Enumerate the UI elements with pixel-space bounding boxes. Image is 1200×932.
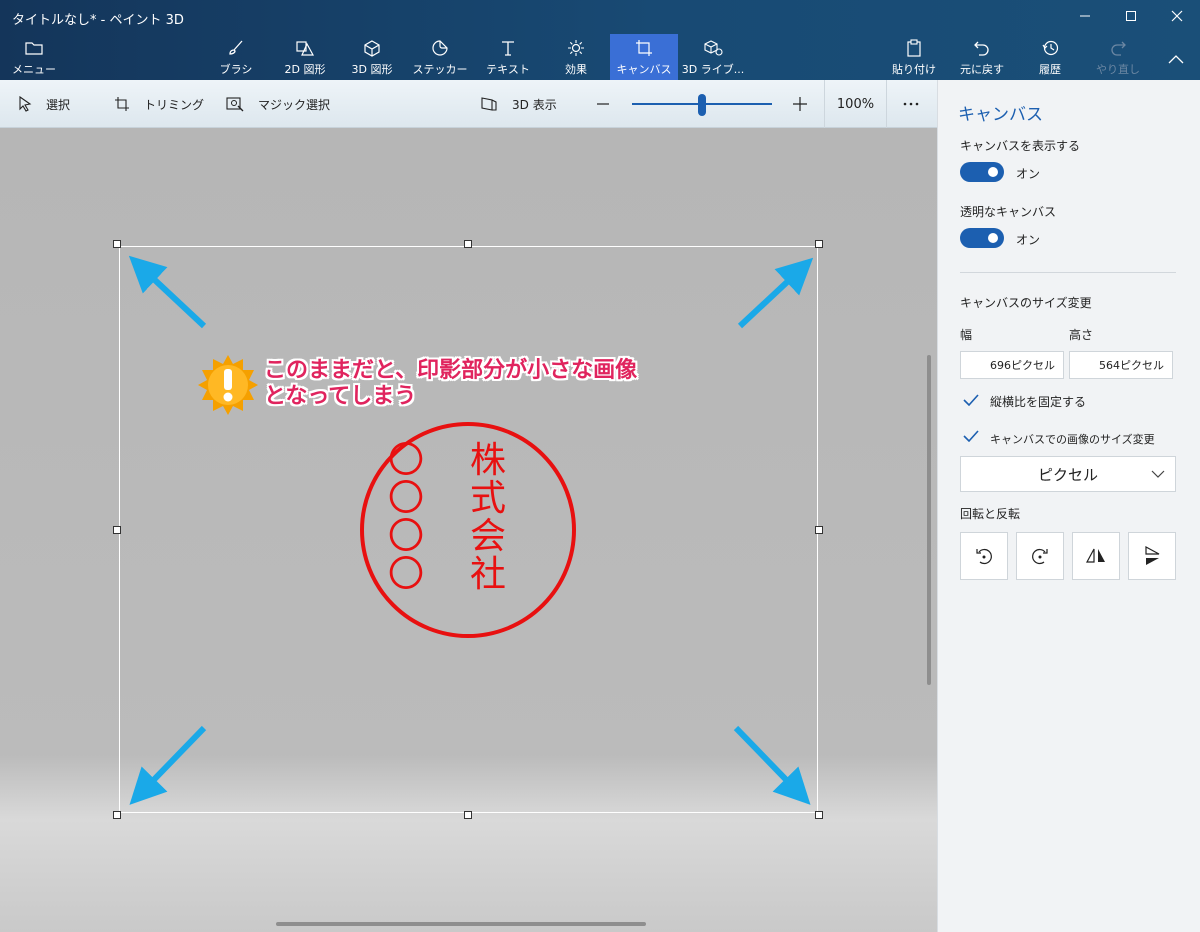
history-button[interactable]: 履歴 [1030, 34, 1070, 80]
seal-char: 〇 [388, 554, 425, 595]
transparent-canvas-label: 透明なキャンバス [960, 205, 1057, 219]
rotate-right-icon [1032, 548, 1048, 565]
seal-char: 〇 [388, 440, 425, 481]
seal-char: 式 [470, 478, 507, 519]
lock-aspect-checkbox[interactable] [960, 389, 982, 411]
arrow-bottom-left [129, 725, 207, 805]
canvas-panel: キャンバス キャンバスを表示する オン 透明なキャンバス オン キャンバスのサイ… [937, 80, 1200, 932]
maximize-button[interactable] [1108, 0, 1154, 32]
arrow-top-right [737, 257, 814, 329]
panel-divider [960, 272, 1176, 273]
chevron-down-icon [1151, 470, 1165, 478]
rotate-right-button[interactable] [1016, 532, 1064, 580]
transparent-canvas-state: オン [1016, 233, 1041, 247]
height-field[interactable]: 564ピクセル [1069, 351, 1173, 379]
arrow-bottom-right [733, 725, 811, 805]
annotation-line-2: となってしまう [264, 384, 417, 409]
horizontal-scrollbar[interactable] [276, 922, 646, 926]
seal-left-column: 〇 〇 〇 〇 [388, 442, 424, 594]
checkmark-icon [963, 394, 979, 406]
close-button[interactable] [1154, 0, 1200, 32]
rotate-left-icon [976, 548, 992, 565]
flip-horizontal-button[interactable] [1072, 532, 1120, 580]
lock-aspect-label: 縦横比を固定する [990, 395, 1087, 409]
resize-image-label: キャンバスでの画像のサイズ変更 [990, 433, 1155, 446]
seal-char: 会 [470, 516, 507, 557]
annotation-line-1: このままだと、印影部分が小さな画像 [264, 358, 638, 383]
rotate-left-button[interactable] [960, 532, 1008, 580]
chevron-up-icon [1168, 55, 1184, 64]
flip-vertical-icon [1145, 546, 1160, 565]
show-canvas-state: オン [1016, 167, 1041, 181]
height-label: 高さ [1069, 328, 1094, 342]
seal-char: 株 [470, 440, 507, 481]
company-seal-image: 株 式 会 社 〇 〇 〇 〇 [358, 420, 578, 640]
flip-horizontal-icon [1086, 548, 1105, 563]
undo-button[interactable]: 元に戻す [956, 34, 1008, 80]
show-canvas-toggle[interactable] [960, 162, 1004, 182]
width-field[interactable]: 696ピクセル [960, 351, 1064, 379]
history-icon [1042, 40, 1059, 56]
width-label: 幅 [960, 328, 973, 342]
arrow-top-left [128, 255, 207, 329]
checkmark-icon [963, 430, 979, 442]
close-icon [1171, 10, 1183, 22]
resize-image-checkbox[interactable] [960, 425, 982, 447]
resize-canvas-label: キャンバスのサイズ変更 [960, 296, 1092, 310]
redo-label: やり直し [1096, 63, 1140, 76]
minimize-icon [1080, 15, 1090, 17]
show-canvas-label: キャンバスを表示する [960, 139, 1081, 153]
seal-right-column: 株 式 会 社 [470, 442, 506, 594]
maximize-icon [1126, 11, 1136, 21]
unit-value: ピクセル [1037, 465, 1098, 484]
rotate-flip-label: 回転と反転 [960, 507, 1021, 521]
vertical-scrollbar[interactable] [927, 355, 931, 685]
redo-icon [1111, 41, 1126, 56]
unit-dropdown[interactable]: ピクセル [960, 456, 1176, 492]
history-label: 履歴 [1039, 63, 1061, 76]
undo-label: 元に戻す [960, 63, 1004, 76]
annotation-callout: このままだと、印影部分が小さな画像 となってしまう [264, 358, 637, 410]
undo-icon [974, 41, 989, 56]
seal-char: 社 [470, 554, 507, 595]
seal-char: 〇 [388, 516, 425, 557]
seal-char: 〇 [388, 478, 425, 519]
panel-title: キャンバス [958, 105, 1043, 125]
transparent-canvas-toggle[interactable] [960, 228, 1004, 248]
minimize-button[interactable] [1062, 0, 1108, 32]
collapse-ribbon-button[interactable] [1162, 34, 1190, 80]
redo-button[interactable]: やり直し [1096, 34, 1140, 80]
warning-icon [198, 355, 258, 415]
flip-vertical-button[interactable] [1128, 532, 1176, 580]
